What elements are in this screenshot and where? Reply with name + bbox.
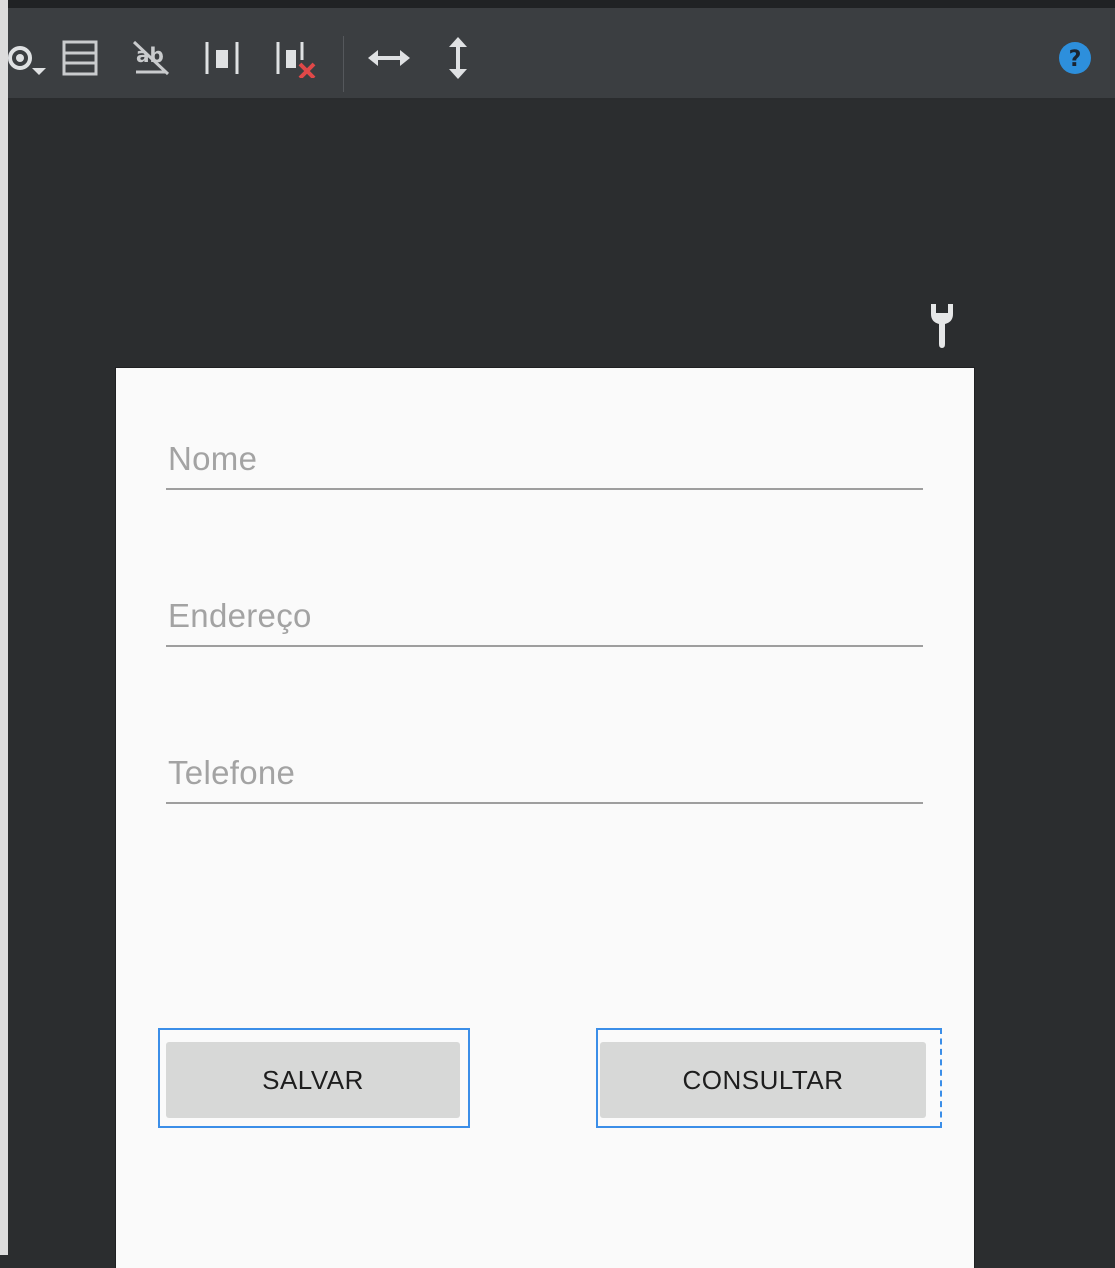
address-field-hint: Endereço <box>168 597 312 634</box>
expand-vertical-icon[interactable] <box>440 37 476 79</box>
save-button[interactable]: SALVAR <box>166 1042 460 1118</box>
phone-field[interactable]: Telefone <box>166 752 923 804</box>
eye-dropdown-icon[interactable] <box>6 38 52 78</box>
query-button[interactable]: CONSULTAR <box>600 1042 926 1118</box>
layout-editor-toolbar: ab <box>0 8 1115 100</box>
phone-field-hint: Telefone <box>168 754 296 791</box>
text-off-icon[interactable]: ab <box>128 38 176 78</box>
layout-list-icon[interactable] <box>60 38 100 78</box>
clear-constraints-icon[interactable] <box>272 38 320 78</box>
query-button-selection: CONSULTAR <box>596 1028 942 1128</box>
window-left-edge <box>0 0 8 1255</box>
expand-horizontal-icon[interactable] <box>366 38 412 78</box>
name-field-hint: Nome <box>168 440 258 477</box>
wrench-icon[interactable] <box>925 300 959 354</box>
pack-icon[interactable] <box>202 38 242 78</box>
svg-text:?: ? <box>1069 47 1082 72</box>
help-icon[interactable]: ? <box>1057 38 1093 78</box>
address-field[interactable]: Endereço <box>166 595 923 647</box>
device-preview: Nome Endereço Telefone SALVAR CONSULTAR <box>116 368 974 1268</box>
name-field[interactable]: Nome <box>166 438 923 490</box>
save-button-selection: SALVAR <box>158 1028 470 1128</box>
toolbar-separator <box>343 36 344 92</box>
window-top-strip <box>0 0 1115 8</box>
